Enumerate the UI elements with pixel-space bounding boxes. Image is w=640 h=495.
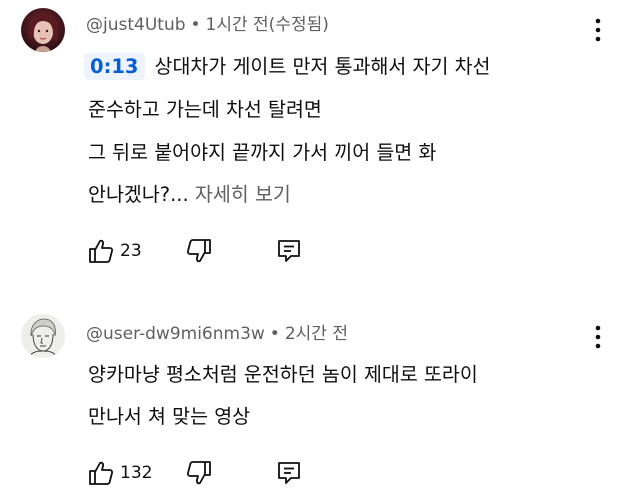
comment-text-line: 안나겠나?... 자세히 보기 (88, 178, 291, 207)
author-name[interactable]: @just4Utub (86, 15, 186, 35)
author-avatar[interactable] (21, 314, 65, 358)
comment-text-line: 양카마냥 평소처럼 운전하던 놈이 제대로 또라이 (88, 363, 478, 386)
dislike-button[interactable] (186, 238, 212, 264)
comment-text-line: 만나서 쳐 맞는 영상 (88, 405, 251, 428)
comment-header: @user-dw9mi6nm3w • 2시간 전 (86, 319, 348, 344)
separator-dot: • (269, 324, 280, 344)
more-options-button[interactable] (586, 324, 610, 350)
thumbs-down-icon (186, 239, 211, 263)
like-count: 23 (120, 241, 142, 261)
reply-button[interactable] (276, 460, 302, 486)
author-name[interactable]: @user-dw9mi6nm3w (86, 324, 265, 344)
like-button[interactable] (88, 238, 114, 264)
comment-time: 1시간 전(수정됨) (205, 15, 329, 35)
thumbs-down-icon (186, 461, 211, 485)
reply-comment-icon (278, 240, 300, 262)
read-more-link[interactable]: 자세히 보기 (195, 183, 291, 206)
timestamp-link[interactable]: 0:13 (84, 53, 145, 80)
comment-time: 2시간 전 (284, 324, 348, 344)
comment-text: 상대차가 게이트 만저 통과해서 자기 차선 (154, 55, 491, 78)
comment-thread-item: @just4Utub • 1시간 전(수정됨) 0:13 상대차가 게이트 만저 통과… (0, 0, 640, 290)
comment-text-line: 준수하고 가는데 차선 탈려면 (88, 98, 322, 121)
comment-thread-item: @user-dw9mi6nm3w • 2시간 전 양카마냥 평소처럼 운전하던 놈이… (0, 290, 640, 495)
sketch-face-avatar (21, 314, 65, 358)
comment-text-line: 0:13 상대차가 게이트 만저 통과해서 자기 차선 (84, 50, 491, 80)
thumbs-up-icon (89, 239, 114, 263)
reply-comment-icon (278, 462, 300, 484)
comment-text-line: 그 뒤로 붙어야지 끝까지 가서 끼어 들면 화 (88, 141, 437, 164)
like-button[interactable] (88, 460, 114, 486)
like-count: 132 (120, 463, 153, 483)
more-options-button[interactable] (586, 17, 610, 43)
author-avatar[interactable] (21, 8, 65, 52)
vertical-dots-icon (595, 325, 601, 349)
dislike-button[interactable] (186, 460, 212, 486)
comment-text: 안나겠나?... (88, 183, 189, 206)
comment-header: @just4Utub • 1시간 전(수정됨) (86, 10, 329, 35)
reply-button[interactable] (276, 238, 302, 264)
profile-photo-avatar (21, 8, 65, 52)
separator-dot: • (190, 15, 201, 35)
thumbs-up-icon (89, 461, 114, 485)
vertical-dots-icon (595, 18, 601, 42)
